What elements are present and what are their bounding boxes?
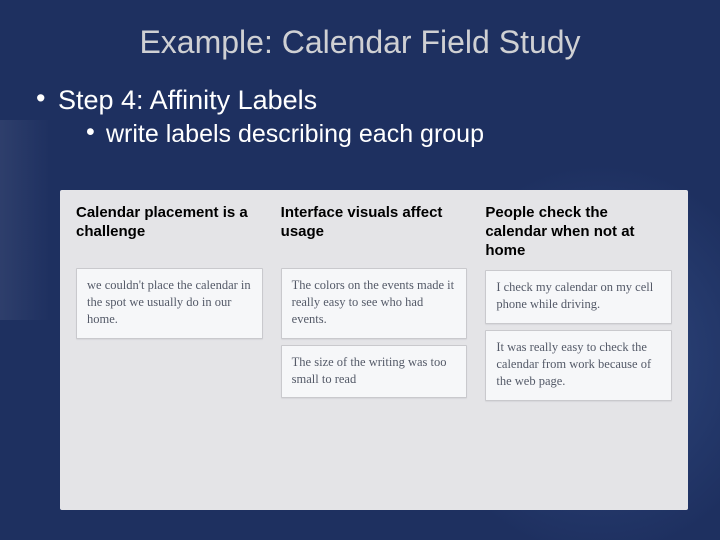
affinity-column: Calendar placement is a challenge we cou…: [76, 204, 263, 492]
bullet-sublist: write labels describing each group: [58, 120, 694, 149]
bullet-level1: Step 4: Affinity Labels write labels des…: [36, 85, 694, 149]
sticky-note: The colors on the events made it really …: [281, 268, 468, 339]
sticky-note: It was really easy to check the calendar…: [485, 330, 672, 401]
bullet-level2-text: write labels describing each group: [106, 120, 484, 148]
sticky-note: The size of the writing was too small to…: [281, 345, 468, 399]
bullet-level1-text: Step 4: Affinity Labels: [58, 85, 317, 115]
slide: Example: Calendar Field Study Step 4: Af…: [0, 0, 720, 540]
sticky-note: I check my calendar on my cell phone whi…: [485, 270, 672, 324]
bullet-list: Step 4: Affinity Labels write labels des…: [26, 85, 694, 149]
note-stack: we couldn't place the calendar in the sp…: [76, 268, 263, 339]
note-stack: The colors on the events made it really …: [281, 268, 468, 398]
affinity-column: People check the calendar when not at ho…: [485, 204, 672, 492]
sticky-note: we couldn't place the calendar in the sp…: [76, 268, 263, 339]
note-stack: I check my calendar on my cell phone whi…: [485, 270, 672, 400]
bullet-level2: write labels describing each group: [86, 120, 694, 149]
affinity-label: People check the calendar when not at ho…: [485, 204, 672, 260]
slide-title: Example: Calendar Field Study: [26, 24, 694, 61]
affinity-column: Interface visuals affect usage The color…: [281, 204, 468, 492]
affinity-label: Interface visuals affect usage: [281, 204, 468, 258]
affinity-board: Calendar placement is a challenge we cou…: [60, 190, 688, 510]
decorative-edge: [0, 120, 50, 320]
affinity-label: Calendar placement is a challenge: [76, 204, 263, 258]
